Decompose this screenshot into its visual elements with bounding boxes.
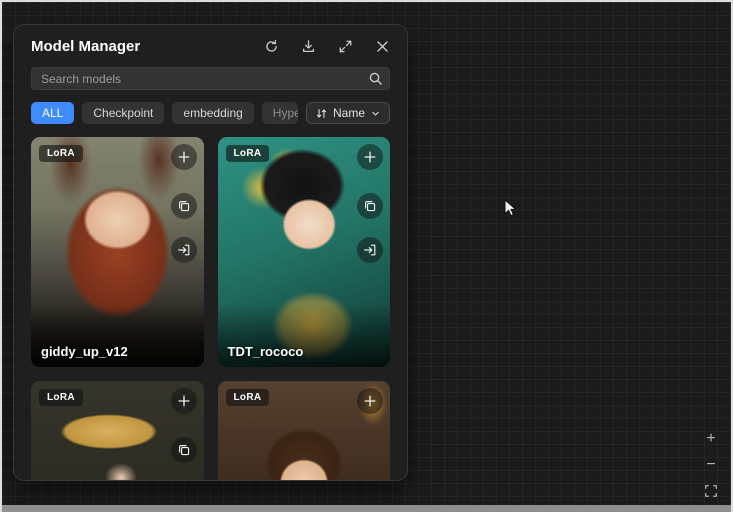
model-card-grid: LoRA giddy_up_v12 LoRA — [31, 137, 390, 480]
model-type-badge: LoRA — [226, 145, 270, 162]
plus-icon — [363, 150, 377, 164]
plus-icon — [177, 150, 191, 164]
zoom-out-button[interactable]: − — [700, 454, 722, 476]
copy-model-button[interactable] — [171, 437, 197, 463]
search-input[interactable] — [31, 67, 390, 90]
model-card[interactable]: LoRA TDT_rococo — [218, 137, 391, 367]
model-card[interactable]: LoRA — [218, 381, 391, 480]
model-manager-panel: Model Manager — [14, 25, 407, 480]
fit-view-icon — [704, 484, 718, 498]
zoom-in-button[interactable]: + — [700, 428, 722, 450]
search-icon — [368, 71, 383, 86]
load-model-button[interactable] — [171, 237, 197, 263]
add-model-button[interactable] — [171, 144, 197, 170]
add-model-button[interactable] — [357, 388, 383, 414]
model-card[interactable]: LoRA giddy_up_v12 — [31, 137, 204, 367]
model-type-badge: LoRA — [39, 389, 83, 406]
copy-icon — [177, 443, 191, 457]
panel-header: Model Manager — [14, 25, 407, 64]
close-icon[interactable] — [374, 39, 390, 55]
search-bar — [31, 67, 390, 90]
plus-icon — [363, 394, 377, 408]
chevron-down-icon — [370, 108, 381, 119]
bottom-strip — [2, 505, 731, 512]
plus-icon — [177, 394, 191, 408]
model-name: giddy_up_v12 — [41, 344, 128, 359]
sort-label: Name — [333, 106, 365, 120]
download-icon[interactable] — [300, 39, 316, 55]
filter-chip-hypernetwork[interactable]: Hypernetwork — [262, 102, 298, 124]
sort-icon — [315, 107, 328, 120]
model-type-badge: LoRA — [226, 389, 270, 406]
sort-dropdown[interactable]: Name — [306, 102, 390, 124]
model-name: TDT_rococo — [228, 344, 304, 359]
refresh-icon[interactable] — [263, 39, 279, 55]
filter-chip-all[interactable]: ALL — [31, 102, 74, 124]
filter-chip-embedding[interactable]: embedding — [172, 102, 253, 124]
add-model-button[interactable] — [357, 144, 383, 170]
fit-view-button[interactable] — [700, 480, 722, 502]
copy-icon — [363, 199, 377, 213]
copy-icon — [177, 199, 191, 213]
model-card[interactable]: LoRA — [31, 381, 204, 480]
import-icon — [363, 243, 377, 257]
app-window: Model Manager — [0, 0, 733, 512]
filter-chip-checkpoint[interactable]: Checkpoint — [82, 102, 164, 124]
load-model-button[interactable] — [357, 237, 383, 263]
expand-icon[interactable] — [337, 39, 353, 55]
panel-toolbar — [263, 39, 390, 55]
model-type-badge: LoRA — [39, 145, 83, 162]
copy-model-button[interactable] — [357, 193, 383, 219]
import-icon — [177, 243, 191, 257]
panel-title: Model Manager — [31, 38, 140, 55]
add-model-button[interactable] — [171, 388, 197, 414]
copy-model-button[interactable] — [171, 193, 197, 219]
filter-row: ALL Checkpoint embedding Hypernetwork Na… — [31, 102, 390, 124]
canvas-controls: + − — [700, 428, 722, 502]
